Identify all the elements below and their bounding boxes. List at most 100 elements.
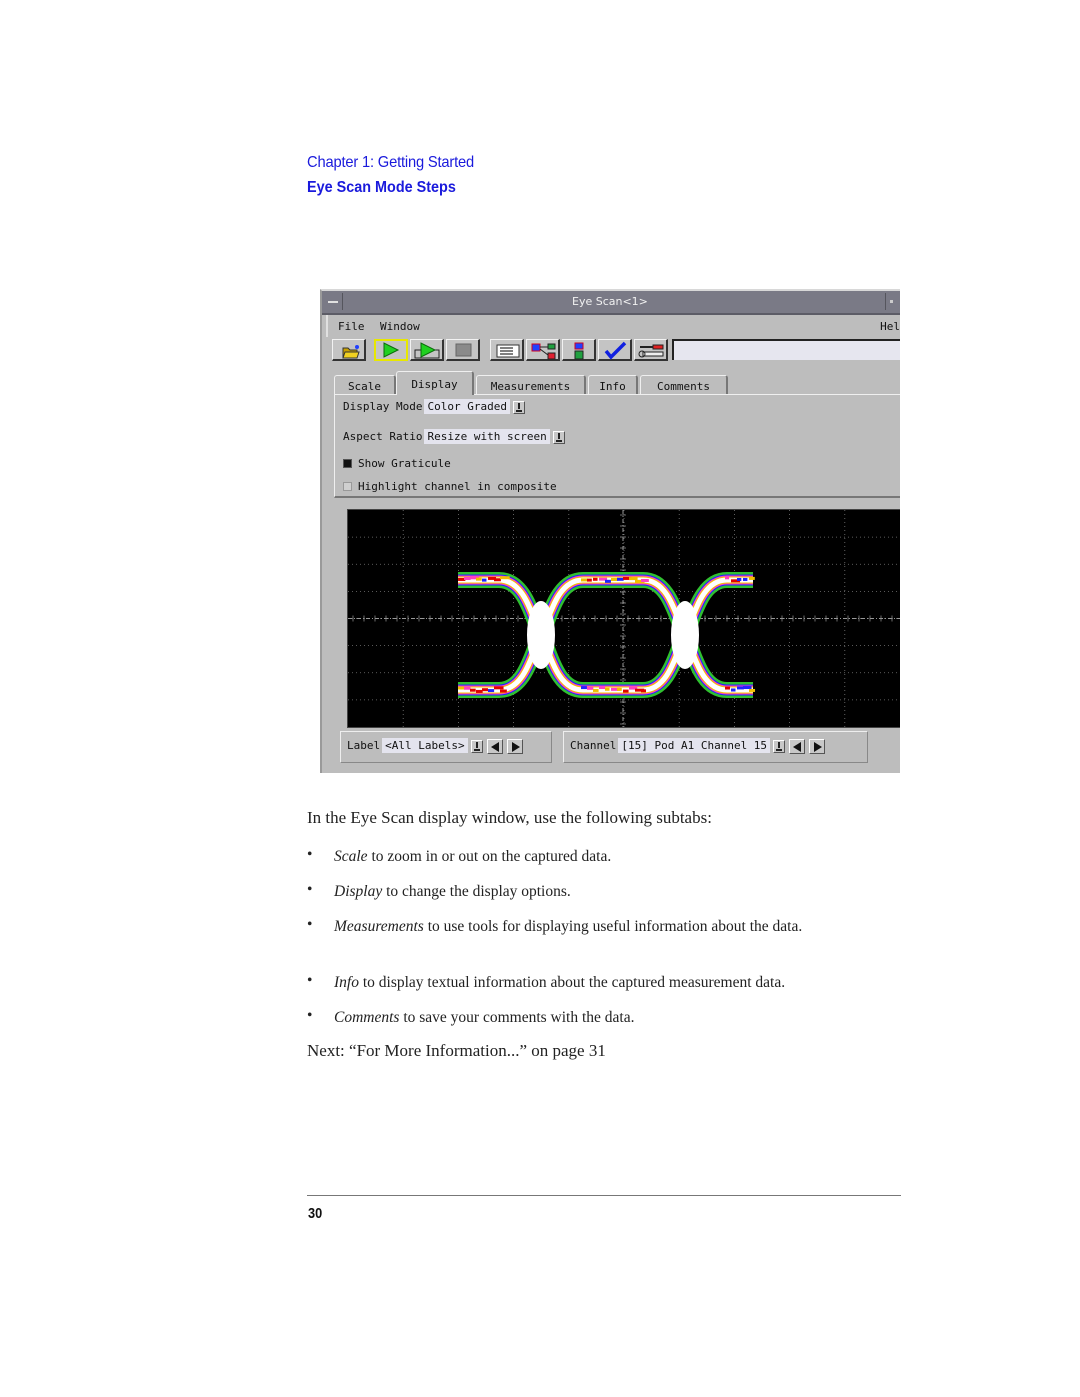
chapter-heading: Chapter 1: Getting Started: [307, 154, 475, 171]
eye-speckle: [737, 577, 742, 581]
label-select[interactable]: <All Labels>: [382, 738, 468, 753]
section-heading: Eye Scan Mode Steps: [307, 179, 456, 196]
highlight-row: Highlight channel in composite: [343, 480, 557, 493]
eye-speckle: [725, 686, 730, 690]
list-item-term: Scale: [334, 848, 368, 865]
run-button[interactable]: [374, 339, 408, 361]
channel-label: Channel: [570, 739, 617, 752]
eye-speckle: [749, 576, 755, 580]
eye-crossing-core: [671, 601, 699, 669]
run-icon: [383, 342, 400, 358]
module-button[interactable]: [562, 339, 596, 361]
open-button[interactable]: [332, 339, 366, 361]
eye-speckle: [464, 686, 471, 690]
show-graticule-label: Show Graticule: [358, 457, 451, 470]
window-title: Eye Scan<1>: [572, 295, 648, 308]
eye-speckle: [500, 576, 510, 580]
tools-icon: [638, 344, 664, 358]
eye-speckle: [476, 689, 483, 693]
aspect-ratio-select[interactable]: Resize with screen: [424, 429, 550, 444]
aspect-ratio-row: Aspect Ratio Resize with screen: [343, 429, 565, 444]
display-panel: Display Mode Color Graded Aspect Ratio Res…: [334, 394, 900, 498]
eye-scan-window: Eye Scan<1> File Window Hel Scale Displa…: [320, 289, 900, 773]
listing-button[interactable]: [490, 339, 524, 361]
eye-speckle: [605, 687, 610, 691]
tab-scale[interactable]: Scale: [334, 375, 396, 395]
eye-speckle: [605, 579, 611, 583]
previous-label-button[interactable]: [486, 738, 503, 754]
intro-paragraph: In the Eye Scan display window, use the …: [307, 808, 712, 827]
eye-speckle: [617, 577, 624, 581]
eye-speckle: [482, 578, 487, 582]
stop-button[interactable]: [446, 339, 480, 361]
list-item-text: to save your comments with the data.: [399, 1009, 635, 1026]
show-graticule-checkbox[interactable]: [343, 459, 352, 468]
channel-select[interactable]: [15] Pod A1 Channel 15: [618, 738, 771, 753]
channel-group: Channel [15] Pod A1 Channel 15: [563, 731, 868, 763]
list-item-text: to use tools for displaying useful infor…: [423, 918, 803, 935]
dropdown-arrow-icon[interactable]: [773, 739, 786, 753]
previous-channel-button[interactable]: [789, 738, 806, 754]
checkmark-icon: [604, 341, 627, 360]
apply-button[interactable]: [598, 339, 632, 361]
eye-speckle: [581, 578, 588, 582]
list-item-text: to change the display options.: [382, 883, 571, 900]
show-graticule-row: Show Graticule: [343, 457, 451, 470]
list-item-term: Info: [334, 974, 359, 991]
highlight-channel-label: Highlight channel in composite: [358, 480, 557, 493]
dropdown-arrow-icon[interactable]: [470, 739, 483, 753]
run-repetitive-icon: [414, 342, 440, 359]
overview-button[interactable]: [526, 339, 560, 361]
eye-speckle: [599, 686, 606, 690]
tab-display[interactable]: Display: [396, 371, 474, 395]
eye-speckle: [464, 576, 471, 580]
tab-info[interactable]: Info: [588, 375, 638, 395]
status-input[interactable]: [672, 339, 900, 360]
window-menu-button[interactable]: [324, 293, 343, 310]
display-mode-label: Display Mode: [343, 400, 423, 413]
eye-speckle: [494, 686, 504, 690]
eye-speckle: [611, 577, 618, 581]
menu-window[interactable]: Window: [380, 320, 420, 333]
eye-speckle: [593, 577, 598, 581]
maximize-button[interactable]: [885, 293, 900, 310]
run-repetitive-button[interactable]: [410, 339, 444, 361]
menu-help[interactable]: Hel: [880, 320, 900, 333]
display-mode-select[interactable]: Color Graded: [424, 399, 510, 414]
dropdown-arrow-icon[interactable]: [552, 430, 565, 444]
tools-button[interactable]: [634, 339, 668, 361]
eye-crossing-core: [527, 601, 555, 669]
eye-speckle: [731, 688, 736, 692]
subtab-bar: Scale Display Measurements Info Comments: [334, 371, 900, 395]
eye-diagram-display[interactable]: [347, 509, 900, 728]
tab-comments[interactable]: Comments: [640, 375, 728, 395]
list-item-text: to zoom in or out on the captured data.: [367, 848, 612, 865]
list-item-term: Comments: [334, 1009, 400, 1026]
next-label-button[interactable]: [506, 738, 523, 754]
eye-speckle: [737, 686, 744, 690]
minus-icon: [328, 301, 338, 303]
stop-icon: [455, 343, 472, 357]
eye-speckle: [476, 577, 482, 581]
page-number: 30: [308, 1205, 323, 1222]
eye-speckle: [470, 688, 476, 692]
eye-speckle: [587, 686, 594, 690]
list-item-text: to display textual information about the…: [358, 974, 786, 991]
label-group: Label <All Labels>: [340, 731, 552, 763]
list-item-term: Measurements: [334, 918, 424, 935]
next-link[interactable]: Next: “For More Information...” on page …: [307, 1041, 606, 1061]
eye-speckle: [587, 578, 592, 582]
eye-speckle: [629, 577, 638, 581]
listing-icon: [496, 344, 520, 358]
next-channel-button[interactable]: [809, 738, 826, 754]
footer-rule: [307, 1195, 901, 1196]
eye-diagram-canvas: [348, 510, 900, 727]
menu-file[interactable]: File: [338, 320, 365, 333]
tab-measurements[interactable]: Measurements: [476, 375, 586, 395]
eye-speckle: [617, 687, 622, 691]
dropdown-arrow-icon[interactable]: [512, 400, 525, 414]
eye-speckle: [488, 689, 495, 693]
highlight-channel-checkbox[interactable]: [343, 482, 352, 491]
eye-speckle: [494, 578, 501, 582]
list-item-term: Display: [334, 883, 383, 900]
